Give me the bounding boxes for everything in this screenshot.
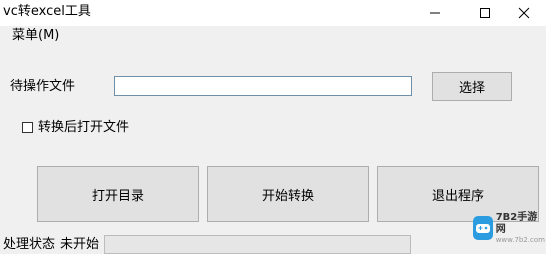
open-directory-button[interactable]: 打开目录 xyxy=(37,166,199,222)
maximize-button[interactable] xyxy=(463,0,507,26)
window-title: vc转excel工具 xyxy=(3,4,91,19)
controller-icon xyxy=(475,224,490,233)
watermark-logo: 7B2手游网 www.7b2.com xyxy=(473,211,545,245)
status-value: 未开始 xyxy=(60,237,100,252)
menu-item-main[interactable]: 菜单(M) xyxy=(12,27,59,45)
watermark-main: 7B2手游网 xyxy=(495,211,538,235)
close-icon xyxy=(518,7,530,19)
watermark-sub: www.7b2.com xyxy=(495,235,545,244)
checkbox-label: 转换后打开文件 xyxy=(38,120,130,135)
start-convert-button[interactable]: 开始转换 xyxy=(207,166,369,222)
title-bar: vc转excel工具 xyxy=(0,0,546,26)
minimize-button[interactable] xyxy=(413,0,457,26)
maximize-icon xyxy=(480,8,490,18)
menu-bar: 菜单(M) xyxy=(0,26,546,46)
progress-bar xyxy=(104,235,411,254)
file-label: 待操作文件 xyxy=(10,79,76,94)
minimize-icon xyxy=(430,12,440,14)
logo-mark-icon xyxy=(473,216,493,240)
file-path-input[interactable] xyxy=(114,76,412,96)
close-button[interactable] xyxy=(502,0,546,26)
status-label: 处理状态 xyxy=(3,237,56,252)
select-button[interactable]: 选择 xyxy=(432,72,512,101)
open-after-convert-checkbox[interactable] xyxy=(22,122,33,133)
